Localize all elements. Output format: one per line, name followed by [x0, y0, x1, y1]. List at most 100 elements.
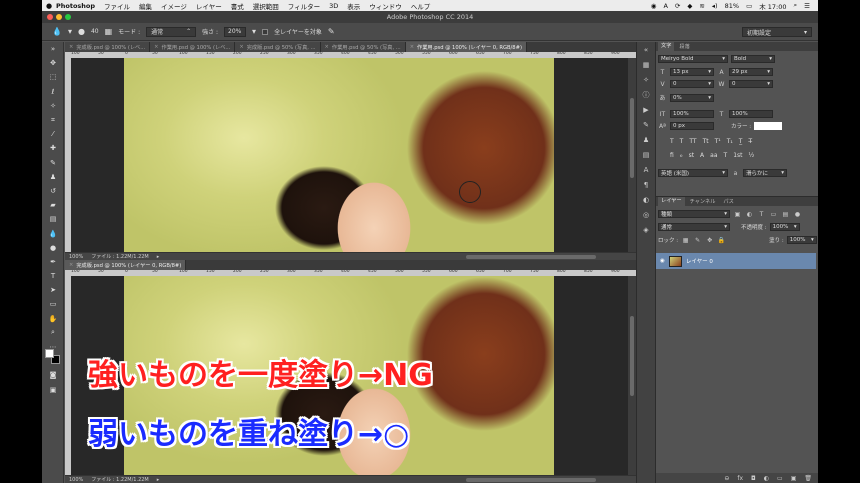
history-panel-icon[interactable]: ▦ [637, 57, 655, 72]
dodge-tool-icon[interactable]: ● [42, 241, 64, 255]
horizontal-scrollbar[interactable] [466, 477, 596, 482]
menu-layer[interactable]: レイヤー [196, 1, 222, 11]
color-swatches[interactable] [45, 349, 61, 365]
record-icon[interactable]: ◉ [651, 2, 657, 10]
zoom-level[interactable]: 100% [69, 477, 83, 483]
info-panel-icon[interactable]: ⓘ [637, 87, 655, 102]
adobe-icon[interactable]: A [663, 2, 667, 10]
workspace-preset-select[interactable]: 初期設定 ▾ [742, 27, 812, 37]
document-tab-active[interactable]: × 作業用.psd @ 100% (レイヤー 0, RGB/8#) [405, 42, 527, 52]
leading-input[interactable]: 29 px ▾ [729, 68, 773, 76]
crop-tool-icon[interactable]: ⌗ [42, 113, 64, 127]
pressure-icon[interactable]: ✎ [328, 27, 335, 36]
canvas-area[interactable] [71, 58, 628, 252]
brush-size[interactable]: 40 [91, 28, 99, 35]
small-caps-icon[interactable]: Tt [703, 138, 709, 145]
tsume-input[interactable]: 0% ▾ [670, 93, 714, 102]
filter-adjust-icon[interactable]: ◐ [745, 211, 754, 218]
titling-icon[interactable]: aa [710, 152, 717, 159]
vertical-scrollbar[interactable] [628, 276, 636, 475]
close-window-button[interactable] [47, 14, 53, 20]
filter-toggle-icon[interactable]: ● [793, 211, 802, 218]
styles-panel-icon[interactable]: ◈ [637, 222, 655, 237]
font-family-select[interactable]: Meiryo Bold ▾ [658, 55, 728, 63]
menu-3d[interactable]: 3D [329, 2, 338, 10]
dropbox-icon[interactable]: ◆ [687, 2, 692, 10]
layer-row[interactable]: ◉ レイヤー 0 [656, 253, 816, 269]
blend-mode-select[interactable]: 通常 ▾ [658, 223, 730, 231]
horizontal-scrollbar[interactable] [466, 254, 596, 259]
swatches-panel-icon[interactable]: ▤ [637, 147, 655, 162]
brush-panel-icon[interactable]: ▦ [105, 27, 113, 36]
adjustment-layer-icon[interactable]: ◐ [764, 475, 769, 482]
alternates-icon[interactable]: A [700, 152, 704, 159]
opacity-input[interactable]: 100% ▾ [769, 223, 800, 231]
color-panel-icon[interactable]: ◐ [637, 192, 655, 207]
language-select[interactable]: 英語 (米国) ▾ [658, 169, 728, 177]
battery-icon[interactable]: ▭ [746, 2, 752, 10]
menu-view[interactable]: 表示 [347, 1, 360, 11]
trash-icon[interactable]: 🗑 [804, 475, 812, 482]
menu-app[interactable]: Photoshop [56, 2, 95, 10]
quick-select-tool-icon[interactable]: ✧ [42, 99, 64, 113]
tracking-input[interactable]: 0 ▾ [729, 80, 773, 88]
close-tab-icon[interactable]: × [325, 44, 329, 50]
properties-panel-icon[interactable]: ✧ [637, 72, 655, 87]
layer-thumbnail[interactable] [668, 255, 682, 267]
anti-alias-select[interactable]: 滑らかに ▾ [743, 169, 787, 177]
close-tab-icon[interactable]: × [69, 44, 73, 50]
dropdown-arrow-icon[interactable]: ▾ [68, 27, 72, 36]
history-brush-tool-icon[interactable]: ↺ [42, 184, 64, 198]
link-layers-icon[interactable]: ⊖ [724, 475, 729, 482]
zoom-window-button[interactable] [65, 14, 71, 20]
lock-position-icon[interactable]: ✥ [705, 237, 714, 244]
close-tab-icon[interactable]: × [69, 262, 73, 268]
minimize-window-button[interactable] [56, 14, 62, 20]
stamp-tool-icon[interactable]: ♟ [42, 170, 64, 184]
subscript-icon[interactable]: T₁ [727, 138, 733, 145]
vertical-scale-input[interactable]: 100% [670, 110, 714, 118]
sync-icon[interactable]: ⟳ [675, 2, 680, 10]
spotlight-icon[interactable]: ⌕ [794, 1, 798, 10]
status-arrow-icon[interactable]: ▸ [157, 477, 160, 483]
strength-slider-icon[interactable]: ▾ [252, 27, 256, 36]
close-tab-icon[interactable]: × [239, 44, 243, 50]
blur-tool-icon[interactable]: 💧 [52, 27, 62, 36]
pen-tool-icon[interactable]: ✒ [42, 255, 64, 269]
tab-paths[interactable]: パス [720, 198, 736, 205]
scroll-thumb[interactable] [630, 316, 634, 396]
document-tab-active[interactable]: × 完成版.psd @ 100% (レイヤー 0, RGB/8#) [65, 260, 187, 270]
faux-bold-icon[interactable]: T [670, 138, 674, 145]
layer-name[interactable]: レイヤー 0 [686, 257, 713, 265]
paragraph-panel-icon[interactable]: ¶ [637, 177, 655, 192]
lock-pixels-icon[interactable]: ✎ [693, 237, 702, 244]
close-tab-icon[interactable]: × [154, 44, 158, 50]
ornament-icon[interactable]: 1st [733, 152, 742, 159]
filter-smart-icon[interactable]: ▤ [781, 211, 790, 218]
kerning-input[interactable]: 0 ▾ [670, 80, 714, 88]
clone-panel-icon[interactable]: ♟ [637, 132, 655, 147]
lasso-tool-icon[interactable]: ℓ [42, 85, 64, 99]
volume-icon[interactable]: ◂) [712, 2, 718, 10]
add-mask-icon[interactable]: ◘ [751, 475, 756, 482]
tab-character[interactable]: 文字 [658, 42, 675, 51]
move-tool-icon[interactable]: ✥ [42, 56, 64, 70]
status-arrow-icon[interactable]: ▸ [157, 254, 160, 260]
menu-select[interactable]: 選択範囲 [253, 1, 279, 11]
marquee-tool-icon[interactable]: ⬚ [42, 70, 64, 84]
adjustments-panel-icon[interactable]: ◎ [637, 207, 655, 222]
scroll-thumb[interactable] [630, 98, 634, 178]
filter-pixel-icon[interactable]: ▣ [733, 211, 742, 218]
mode-select[interactable]: 通常 ⌃ [146, 26, 197, 37]
close-tab-icon[interactable]: × [410, 44, 414, 50]
tab-paragraph[interactable]: 段落 [676, 43, 692, 50]
type-tool-icon[interactable]: T [42, 269, 64, 283]
all-caps-icon[interactable]: TT [689, 138, 696, 145]
collapse-icon[interactable]: « [637, 42, 655, 57]
character-panel-icon[interactable]: A [637, 162, 655, 177]
gradient-tool-icon[interactable]: ▤ [42, 212, 64, 226]
discretionary-icon[interactable]: st [689, 152, 694, 159]
menu-help[interactable]: ヘルプ [411, 1, 431, 11]
menu-image[interactable]: イメージ [161, 1, 187, 11]
path-select-tool-icon[interactable]: ➤ [42, 283, 64, 297]
